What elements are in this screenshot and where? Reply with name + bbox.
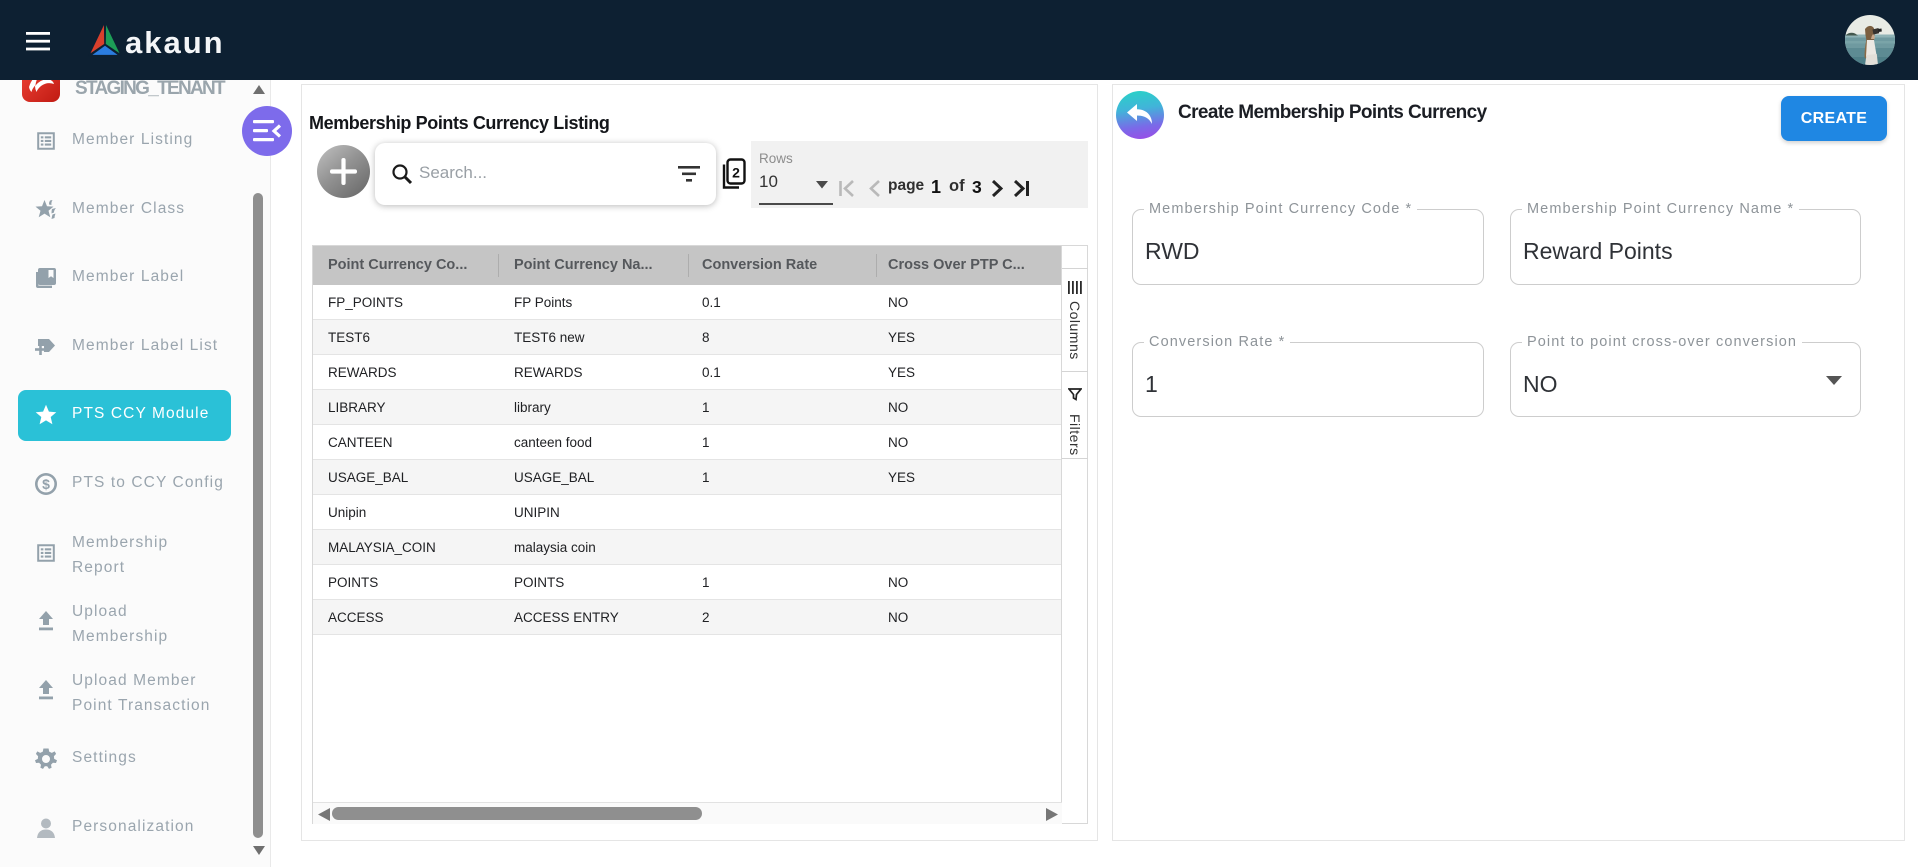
svg-text:2: 2 (732, 165, 740, 181)
svg-text:$: $ (42, 476, 50, 492)
